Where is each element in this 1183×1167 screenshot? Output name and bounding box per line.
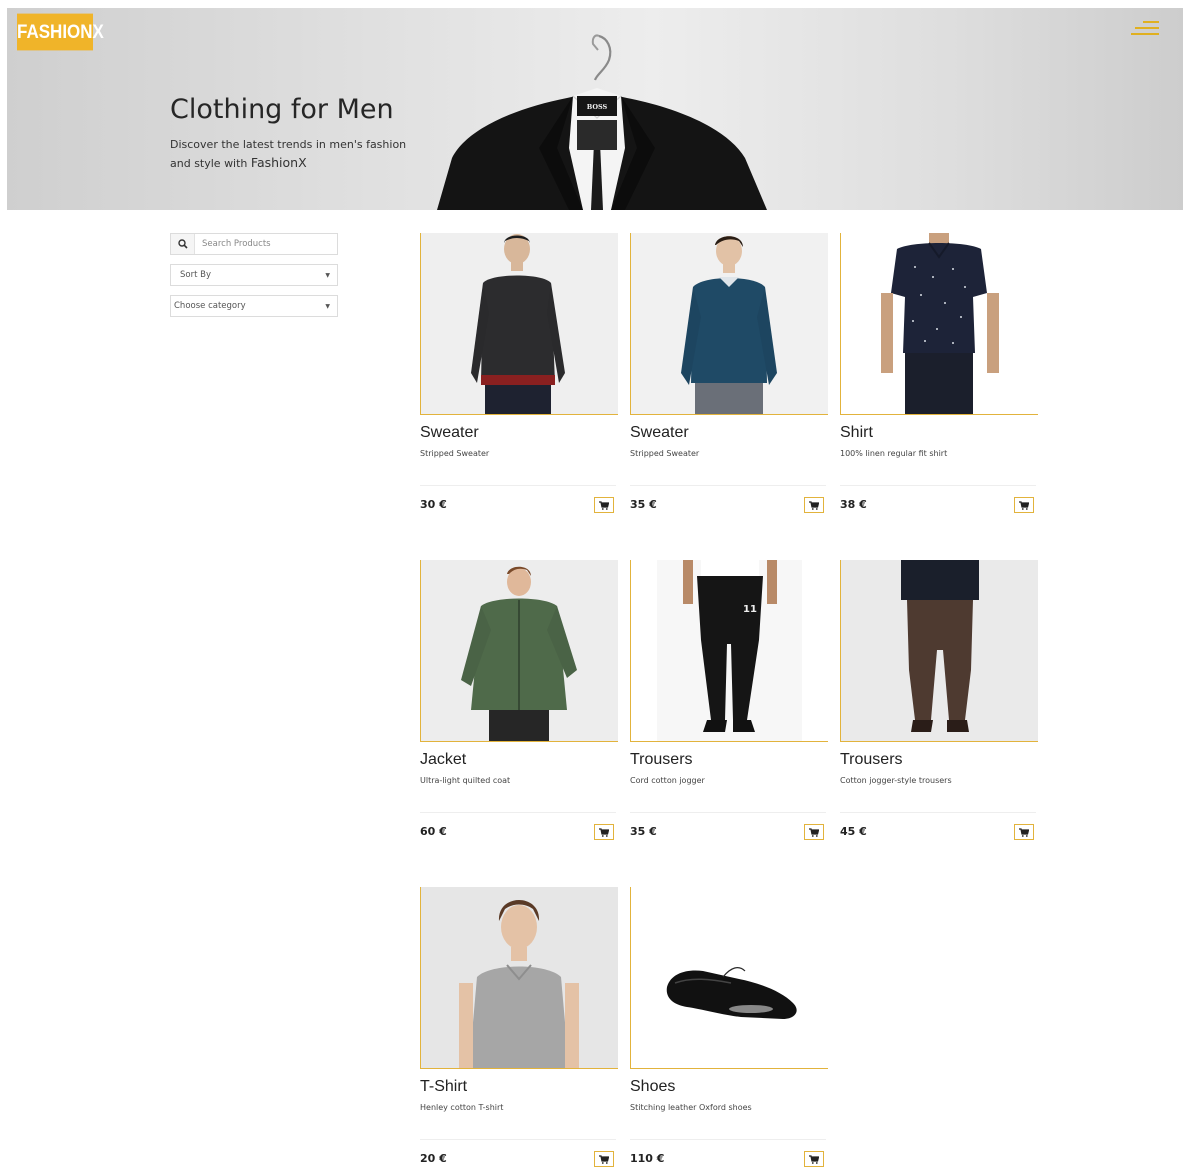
product-name[interactable]: T-Shirt (420, 1078, 467, 1096)
divider (420, 485, 616, 486)
brand-logo[interactable]: FASHIONX (17, 13, 104, 51)
add-to-cart-button[interactable] (594, 497, 614, 513)
product-price: 30 € (420, 498, 447, 511)
product-name[interactable]: Shoes (630, 1078, 675, 1096)
product-image[interactable]: 11 (630, 560, 828, 742)
hamburger-menu-icon[interactable] (1131, 20, 1159, 38)
svg-text:BOSS: BOSS (587, 103, 608, 111)
product-card[interactable]: T-Shirt Henley cotton T-shirt 20 € (420, 887, 618, 1167)
sort-select[interactable]: Sort By ▼ (170, 264, 338, 286)
product-image[interactable] (630, 233, 828, 415)
product-description: Cotton jogger-style trousers (840, 776, 952, 785)
hero-banner: FASHIONX Clothing for Men Discover the l… (7, 8, 1183, 210)
hero-subtitle-brand: FashionX (250, 155, 307, 170)
product-image[interactable] (840, 233, 1038, 415)
product-name[interactable]: Jacket (420, 751, 466, 769)
cart-icon (599, 1154, 609, 1164)
product-name[interactable]: Shirt (840, 424, 873, 442)
divider (630, 1139, 826, 1140)
add-to-cart-button[interactable] (594, 824, 614, 840)
svg-text:11: 11 (743, 604, 757, 615)
search-box[interactable] (170, 233, 338, 255)
product-card[interactable]: Sweater Stripped Sweater 30 € (420, 233, 618, 523)
product-description: Cord cotton jogger (630, 776, 705, 785)
divider (630, 485, 826, 486)
hero-subtitle: Discover the latest trends in men's fash… (170, 136, 430, 173)
add-to-cart-button[interactable] (594, 1151, 614, 1167)
product-card[interactable]: Shirt 100% linen regular fit shirt 38 € (840, 233, 1038, 523)
product-card[interactable]: 11 Trousers Cord cotton jogger 35 € (630, 560, 828, 850)
chevron-down-icon: ▼ (325, 302, 330, 310)
cart-icon (1019, 827, 1029, 837)
divider (420, 812, 616, 813)
product-price: 60 € (420, 825, 447, 838)
cart-icon (599, 827, 609, 837)
product-image[interactable] (630, 887, 828, 1069)
cart-icon (809, 500, 819, 510)
category-select-label: Choose category (174, 301, 246, 311)
product-price: 35 € (630, 825, 657, 838)
product-image[interactable] (840, 560, 1038, 742)
product-description: Henley cotton T-shirt (420, 1103, 504, 1112)
search-icon[interactable] (171, 234, 195, 254)
product-price: 45 € (840, 825, 867, 838)
product-name[interactable]: Trousers (840, 751, 903, 769)
divider (840, 485, 1036, 486)
category-select[interactable]: Choose category ▼ (170, 295, 338, 317)
product-description: Stripped Sweater (630, 449, 700, 458)
add-to-cart-button[interactable] (1014, 497, 1034, 513)
product-price: 20 € (420, 1152, 447, 1165)
search-input[interactable] (195, 234, 335, 254)
cart-icon (1019, 500, 1029, 510)
page-title: Clothing for Men (170, 94, 394, 125)
product-card[interactable]: Shoes Stitching leather Oxford shoes 110… (630, 887, 828, 1167)
product-price: 38 € (840, 498, 867, 511)
product-description: Stitching leather Oxford shoes (630, 1103, 752, 1112)
product-name[interactable]: Sweater (630, 424, 689, 442)
product-description: 100% linen regular fit shirt (840, 449, 948, 458)
add-to-cart-button[interactable] (804, 824, 824, 840)
product-card[interactable]: Jacket Ultra-light quilted coat 60 € (420, 560, 618, 850)
chevron-down-icon: ▼ (325, 271, 330, 279)
cart-icon (809, 827, 819, 837)
divider (630, 812, 826, 813)
product-image[interactable] (420, 560, 618, 742)
product-card[interactable]: Trousers Cotton jogger-style trousers 45… (840, 560, 1038, 850)
product-description: Ultra-light quilted coat (420, 776, 511, 785)
sort-select-label: Sort By (180, 270, 211, 280)
cart-icon (809, 1154, 819, 1164)
product-description: Stripped Sweater (420, 449, 490, 458)
product-price: 35 € (630, 498, 657, 511)
product-name[interactable]: Sweater (420, 424, 479, 442)
product-image[interactable] (420, 887, 618, 1069)
product-image[interactable] (420, 233, 618, 415)
product-price: 110 € (630, 1152, 665, 1165)
product-card[interactable]: Sweater Stripped Sweater 35 € (630, 233, 828, 523)
add-to-cart-button[interactable] (804, 1151, 824, 1167)
divider (420, 1139, 616, 1140)
divider (840, 812, 1036, 813)
hero-jacket-image: BOSS (437, 34, 767, 210)
add-to-cart-button[interactable] (804, 497, 824, 513)
add-to-cart-button[interactable] (1014, 824, 1034, 840)
product-name[interactable]: Trousers (630, 751, 693, 769)
cart-icon (599, 500, 609, 510)
